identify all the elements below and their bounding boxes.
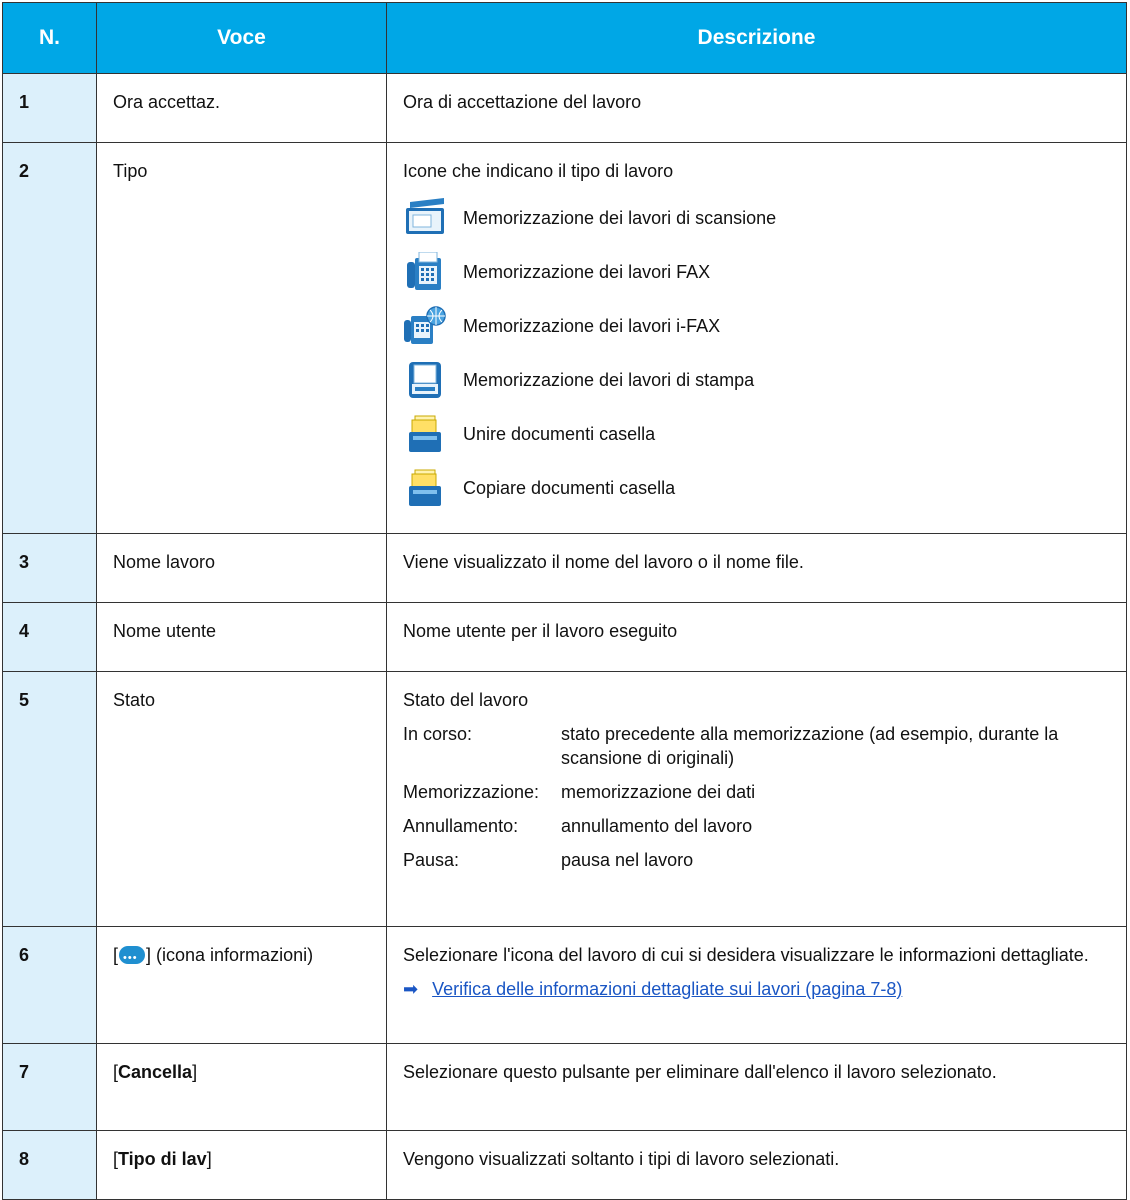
job-type-label: Unire documenti casella xyxy=(463,424,656,444)
row-description: Icone che indicano il tipo di lavoro xyxy=(403,161,674,181)
arrow-right-icon: ➡ xyxy=(403,979,419,999)
bracket-close: ] xyxy=(192,1062,198,1082)
row-item: [ ] (icona informazioni) xyxy=(96,926,387,1044)
row-description: Selezionare l'icona del lavoro di cui si… xyxy=(403,945,1089,965)
info-icon xyxy=(119,946,146,970)
job-status-table: N. Voce Descrizione 1 Ora accettaz. Ora … xyxy=(2,2,1127,1200)
row-item: Tipo xyxy=(96,142,387,534)
row-number: 7 xyxy=(2,1043,97,1131)
row-description-cell: Stato del lavoro In corso: stato precede… xyxy=(386,671,1127,927)
job-type-label: Memorizzazione dei lavori di stampa xyxy=(463,370,755,390)
row-number: 8 xyxy=(2,1130,97,1200)
table-row: 2 Tipo Icone che indicano il tipo di lav… xyxy=(2,142,1127,534)
status-value: memorizzazione dei dati xyxy=(561,782,756,802)
status-value: annullamento del lavoro xyxy=(561,816,753,836)
row-description-cell: Icone che indicano il tipo di lavoro Mem… xyxy=(386,142,1127,534)
status-entry: Annullamento: annullamento del lavoro xyxy=(403,814,1126,838)
table-row: 6 [ ] (icona informazioni) Selezionare l'… xyxy=(2,926,1127,1044)
row-description: Selezionare questo pulsante per eliminar… xyxy=(386,1043,1127,1131)
document-box-icon xyxy=(403,466,447,510)
header-number: N. xyxy=(2,2,97,74)
table-row: 1 Ora accettaz. Ora di accettazione del … xyxy=(2,73,1127,143)
status-key: Pausa: xyxy=(403,850,460,870)
ifax-icon xyxy=(403,304,447,348)
bracket-close: ] xyxy=(206,1149,212,1169)
row-item: [Tipo di lav] xyxy=(96,1130,387,1200)
header-description: Descrizione xyxy=(386,2,1127,74)
button-name: Tipo di lav xyxy=(118,1149,207,1169)
row-number: 3 xyxy=(2,533,97,603)
fax-icon xyxy=(403,250,447,294)
row-description: Vengono visualizzati soltanto i tipi di … xyxy=(386,1130,1127,1200)
status-value: stato precedente alla memorizzazione (ad… xyxy=(561,724,1059,768)
row-item-suffix: ] (icona informazioni) xyxy=(146,945,314,965)
row-item: Ora accettaz. xyxy=(96,73,387,143)
reference-link[interactable]: Verifica delle informazioni dettagliate … xyxy=(432,977,902,1001)
status-key: In corso: xyxy=(403,724,473,744)
row-description-cell: Selezionare l'icona del lavoro di cui si… xyxy=(386,926,1127,1044)
row-description: Nome utente per il lavoro eseguito xyxy=(386,602,1127,672)
document-box-icon xyxy=(403,412,447,456)
button-name: Cancella xyxy=(118,1062,193,1082)
row-number: 4 xyxy=(2,602,97,672)
row-description: Stato del lavoro xyxy=(403,690,529,710)
table-row: 5 Stato Stato del lavoro In corso: stato… xyxy=(2,671,1127,927)
job-type-label: Memorizzazione dei lavori FAX xyxy=(463,262,711,282)
status-key: Memorizzazione: xyxy=(403,782,540,802)
job-type-item: Memorizzazione dei lavori di scansione xyxy=(403,193,1126,243)
table-row: 7 [Cancella] Selezionare questo pulsante… xyxy=(2,1043,1127,1131)
row-number: 2 xyxy=(2,142,97,534)
job-type-label: Memorizzazione dei lavori di scansione xyxy=(463,208,777,228)
status-value: pausa nel lavoro xyxy=(561,850,694,870)
row-description: Viene visualizzato il nome del lavoro o … xyxy=(386,533,1127,603)
header-item: Voce xyxy=(96,2,387,74)
printer-icon xyxy=(403,358,447,402)
row-description: Ora di accettazione del lavoro xyxy=(386,73,1127,143)
job-type-item: Memorizzazione dei lavori i-FAX xyxy=(403,301,1126,351)
row-number: 5 xyxy=(2,671,97,927)
status-entry: Pausa: pausa nel lavoro xyxy=(403,848,1126,872)
job-type-label: Copiare documenti casella xyxy=(463,478,676,498)
job-type-item: Unire documenti casella xyxy=(403,409,1126,459)
row-number: 1 xyxy=(2,73,97,143)
table-header-row: N. Voce Descrizione xyxy=(2,2,1127,74)
status-key: Annullamento: xyxy=(403,816,519,836)
row-item: [Cancella] xyxy=(96,1043,387,1131)
row-item: Nome utente xyxy=(96,602,387,672)
row-item: Stato xyxy=(96,671,387,927)
job-type-label: Memorizzazione dei lavori i-FAX xyxy=(463,316,721,336)
status-entry: Memorizzazione: memorizzazione dei dati xyxy=(403,780,1126,804)
scanner-icon xyxy=(403,196,447,240)
bracket-open: [ xyxy=(113,945,119,965)
status-entry: In corso: stato precedente alla memorizz… xyxy=(403,722,1126,770)
job-type-item: Copiare documenti casella xyxy=(403,463,1126,513)
table-row: 8 [Tipo di lav] Vengono visualizzati sol… xyxy=(2,1130,1127,1200)
table-row: 4 Nome utente Nome utente per il lavoro … xyxy=(2,602,1127,672)
job-type-item: Memorizzazione dei lavori FAX xyxy=(403,247,1126,297)
table-row: 3 Nome lavoro Viene visualizzato il nome… xyxy=(2,533,1127,603)
job-type-item: Memorizzazione dei lavori di stampa xyxy=(403,355,1126,405)
reference-link-line: ➡ Verifica delle informazioni dettagliat… xyxy=(403,977,1126,1001)
row-number: 6 xyxy=(2,926,97,1044)
row-item: Nome lavoro xyxy=(96,533,387,603)
